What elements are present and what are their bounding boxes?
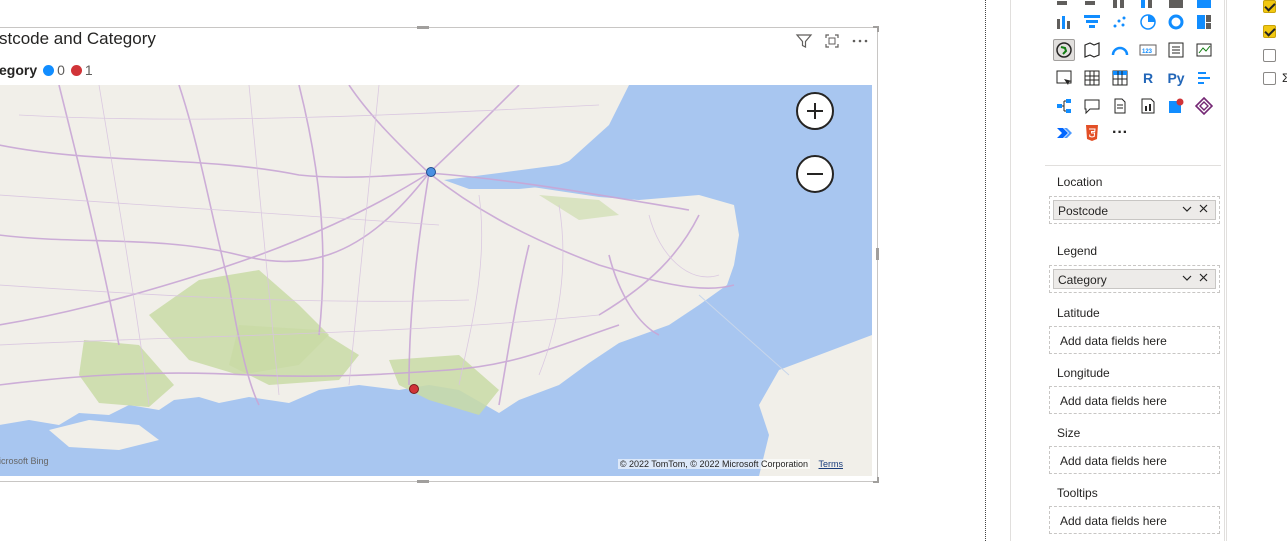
table-icon[interactable]: [1081, 67, 1103, 89]
zoom-in-button[interactable]: [796, 92, 834, 130]
legend-title: egory: [0, 62, 38, 78]
resize-handle-corner-top-right[interactable]: [873, 26, 879, 32]
resize-handle-top[interactable]: [417, 26, 429, 29]
slicer-icon[interactable]: [1053, 67, 1075, 89]
legend-label-0: 0: [57, 62, 65, 78]
resize-handle-corner-bottom-right[interactable]: [873, 477, 879, 483]
filled-map-icon[interactable]: [1081, 39, 1103, 61]
field-pill-category[interactable]: Category: [1053, 269, 1216, 289]
well-placeholder: Add data fields here: [1060, 394, 1167, 408]
field-checkbox-4[interactable]: [1263, 72, 1276, 85]
decomposition-tree-icon[interactable]: [1053, 95, 1075, 117]
well-placeholder: Add data fields here: [1060, 454, 1167, 468]
resize-handle-bottom[interactable]: [417, 480, 429, 483]
scatter-icon[interactable]: [1109, 11, 1131, 33]
well-label-legend: Legend: [1057, 244, 1098, 258]
donut-icon[interactable]: [1165, 11, 1187, 33]
key-influencers-icon[interactable]: [1193, 67, 1215, 89]
well-location[interactable]: Postcode: [1049, 196, 1220, 224]
qa-icon[interactable]: [1081, 95, 1103, 117]
pie-icon[interactable]: [1137, 11, 1159, 33]
gauge-icon[interactable]: [1109, 39, 1131, 61]
more-options-icon[interactable]: [851, 32, 869, 50]
paginated-report-icon[interactable]: [1137, 95, 1159, 117]
field-checkbox-2[interactable]: [1263, 25, 1276, 38]
resize-handle-right[interactable]: [876, 248, 879, 260]
field-pill-postcode[interactable]: Postcode: [1053, 200, 1216, 220]
map-area[interactable]: icrosoft Bing © 2022 TomTom, © 2022 Micr…: [0, 85, 872, 476]
legend-label-1: 1: [84, 62, 93, 78]
multirow-card-icon[interactable]: [1165, 39, 1187, 61]
well-tooltips[interactable]: Add data fields here: [1049, 506, 1220, 534]
well-placeholder: Add data fields here: [1060, 334, 1167, 348]
map-point-category-1[interactable]: [409, 384, 419, 394]
ribbon-chart-icon[interactable]: [1053, 11, 1075, 33]
kpi-icon[interactable]: [1193, 39, 1215, 61]
bing-attribution: icrosoft Bing: [0, 456, 49, 466]
funnel-icon[interactable]: [1081, 11, 1103, 33]
matrix-icon[interactable]: [1109, 67, 1131, 89]
well-label-longitude: Longitude: [1057, 366, 1110, 380]
chevron-down-icon: [1182, 275, 1192, 281]
field-pill-label: Postcode: [1058, 204, 1109, 218]
copyright-text: © 2022 TomTom, © 2022 Microsoft Corporat…: [619, 459, 808, 469]
map-tiles: [0, 85, 872, 476]
close-icon: [1199, 273, 1208, 282]
well-size[interactable]: Add data fields here: [1049, 446, 1220, 474]
field-checkbox-3[interactable]: [1263, 49, 1276, 62]
well-label-location: Location: [1057, 175, 1103, 189]
well-latitude[interactable]: Add data fields here: [1049, 326, 1220, 354]
field-checkbox-1[interactable]: [1263, 0, 1276, 13]
well-longitude[interactable]: Add data fields here: [1049, 386, 1220, 414]
map-copyright: © 2022 TomTom, © 2022 Microsoft Corporat…: [617, 459, 810, 469]
well-placeholder: Add data fields here: [1060, 514, 1167, 528]
html-icon[interactable]: [1081, 122, 1103, 144]
map-point-category-0[interactable]: [426, 167, 436, 177]
canvas-pane-divider: [985, 0, 986, 541]
legend-item-1[interactable]: 1: [70, 62, 93, 78]
sigma-icon: Σ: [1282, 71, 1287, 85]
report-canvas[interactable]: stcode and Category egory 0 1 icrosoft B…: [0, 0, 985, 541]
map-icon[interactable]: [1053, 39, 1075, 61]
treemap-icon[interactable]: [1193, 11, 1215, 33]
well-legend[interactable]: Category: [1049, 265, 1220, 293]
plus-icon: [807, 103, 823, 119]
focus-mode-icon[interactable]: [823, 32, 841, 50]
fields-pane: Σ: [1226, 0, 1287, 541]
terms-link[interactable]: Terms: [819, 459, 844, 469]
visual-header: [795, 32, 869, 50]
visualizations-pane: 123 R Py ··· Location Postcode Legend Ca…: [1010, 0, 1225, 541]
field-pill-label: Category: [1058, 273, 1107, 287]
minus-icon: [807, 173, 823, 175]
legend-dot-1: [70, 64, 82, 76]
azure-map-icon[interactable]: [1165, 95, 1187, 117]
r-visual-icon[interactable]: R: [1137, 67, 1159, 89]
pill-controls: [1181, 272, 1211, 287]
power-automate-icon[interactable]: [1053, 122, 1075, 144]
card-icon[interactable]: 123: [1137, 39, 1159, 61]
well-label-latitude: Latitude: [1057, 306, 1100, 320]
legend-dot-0: [43, 64, 55, 76]
smart-narrative-icon[interactable]: [1109, 95, 1131, 117]
filter-icon[interactable]: [795, 32, 813, 50]
zoom-out-button[interactable]: [796, 155, 834, 193]
chevron-down-icon: [1182, 206, 1192, 212]
power-bi-window: stcode and Category egory 0 1 icrosoft B…: [0, 0, 1287, 541]
well-label-size: Size: [1057, 426, 1081, 440]
svg-text:123: 123: [1142, 49, 1153, 55]
pill-controls: [1181, 203, 1211, 218]
map-visual[interactable]: stcode and Category egory 0 1 icrosoft B…: [0, 26, 879, 483]
field-wells: Location Postcode Legend Category Latitu…: [1045, 165, 1221, 534]
close-icon: [1199, 204, 1208, 213]
python-visual-icon[interactable]: Py: [1165, 67, 1187, 89]
legend-item-0[interactable]: 0: [43, 62, 65, 78]
more-visuals-icon[interactable]: ···: [1109, 122, 1131, 144]
map-legend: egory 0 1: [0, 62, 93, 78]
well-label-tooltips: Tooltips: [1057, 486, 1098, 500]
power-apps-icon[interactable]: [1193, 95, 1215, 117]
visual-title: stcode and Category: [0, 29, 156, 48]
